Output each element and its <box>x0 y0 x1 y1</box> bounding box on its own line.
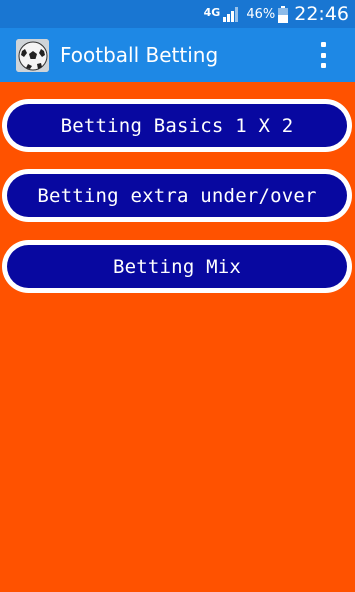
menu-dot <box>320 52 326 58</box>
clock: 22:46 <box>294 3 349 25</box>
soccer-ball-icon <box>16 38 49 72</box>
betting-extra-label: Betting extra under/over <box>7 174 347 217</box>
battery-percent: 46% <box>246 6 276 22</box>
main-content: Betting Basics 1 X 2 Betting extra under… <box>0 82 355 592</box>
betting-extra-under-over-button[interactable]: Betting extra under/over <box>2 169 352 222</box>
battery-icon <box>278 5 289 23</box>
network-indicator: 4G <box>203 5 221 19</box>
betting-mix-label: Betting Mix <box>7 245 347 288</box>
signal-icon <box>223 7 239 22</box>
app-title: Football Betting <box>60 43 219 67</box>
menu-dot <box>320 42 326 47</box>
status-bar: 4G 46% 22:46 <box>0 0 355 28</box>
betting-basics-label: Betting Basics 1 X 2 <box>7 104 347 147</box>
menu-dot <box>320 63 326 68</box>
betting-mix-button[interactable]: Betting Mix <box>2 240 352 293</box>
betting-basics-button[interactable]: Betting Basics 1 X 2 <box>2 99 352 152</box>
overflow-menu-icon[interactable] <box>309 40 337 70</box>
app-bar: Football Betting <box>0 28 355 82</box>
